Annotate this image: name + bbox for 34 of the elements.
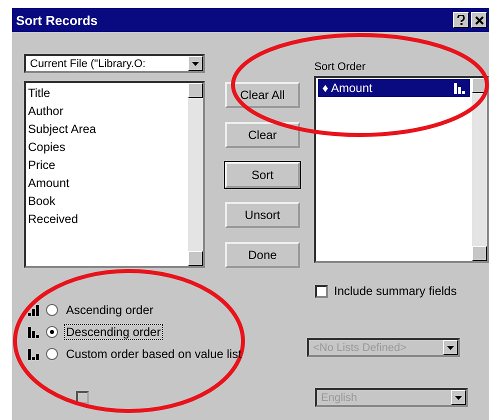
field-list-item[interactable]: Author	[28, 102, 186, 120]
close-icon	[474, 16, 484, 24]
help-button[interactable]	[453, 12, 469, 28]
scrollbar[interactable]	[472, 78, 487, 261]
radio-label: Descending order	[64, 324, 163, 340]
radio-button[interactable]	[46, 326, 58, 338]
sort-order-label: Sort Order	[314, 60, 367, 73]
action-button[interactable]: Sort	[224, 162, 300, 188]
field-list-item[interactable]: Amount	[28, 174, 186, 192]
sort-order-icon	[28, 348, 40, 360]
sort-order-icon	[28, 304, 40, 316]
field-list-item[interactable]: Received	[28, 210, 186, 228]
field-list-item[interactable]: Subject Area	[28, 120, 186, 138]
help-icon	[457, 15, 465, 25]
action-button[interactable]: Clear All	[224, 82, 300, 108]
action-button[interactable]: Clear	[224, 122, 300, 148]
field-list-item[interactable]: Book	[28, 192, 186, 210]
radio-button[interactable]	[46, 304, 58, 316]
radio-label: Ascending order	[65, 302, 154, 318]
field-list-item[interactable]: Copies	[28, 138, 186, 156]
field-list-item[interactable]: Title	[28, 84, 186, 102]
action-button[interactable]: Done	[224, 242, 300, 268]
scrollbar[interactable]	[188, 83, 203, 266]
sort-order-icon	[28, 326, 40, 338]
field-list-item[interactable]: Price	[28, 156, 186, 174]
sort-order-item[interactable]: ♦ Amount	[318, 79, 470, 97]
radio-button[interactable]	[46, 348, 58, 360]
checkbox[interactable]	[315, 284, 328, 298]
sort-order-icon	[454, 82, 466, 94]
action-button[interactable]: Unsort	[224, 202, 300, 228]
file-dropdown[interactable]: Current File ("Library.O:	[24, 54, 205, 73]
close-button[interactable]	[471, 12, 487, 28]
checkbox-label: Include summary fields	[334, 284, 457, 298]
window-title: Sort Records	[16, 12, 98, 28]
